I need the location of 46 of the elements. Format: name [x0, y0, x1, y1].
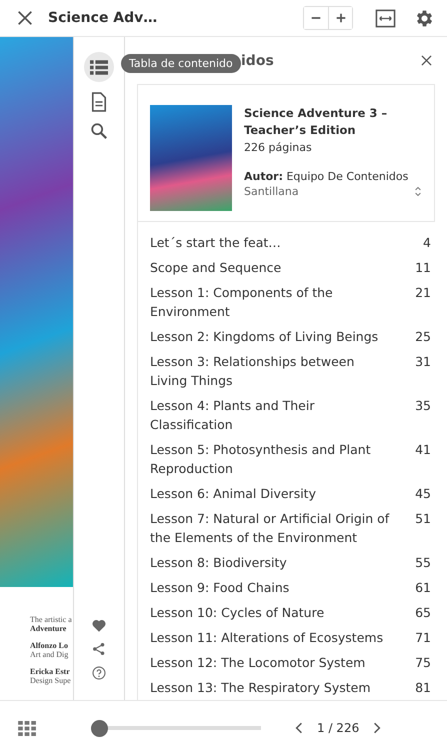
previous-page-icon[interactable]	[295, 722, 303, 734]
close-icon[interactable]	[420, 54, 433, 67]
publisher-text: Santillana	[244, 185, 299, 198]
list-icon	[90, 60, 108, 74]
expand-icon[interactable]	[414, 185, 422, 198]
page-text: Ericka Estr	[30, 667, 71, 676]
page-text: Adventure	[30, 624, 68, 633]
search-icon[interactable]	[90, 122, 108, 140]
close-icon[interactable]	[16, 9, 34, 27]
toc-item[interactable]: Lesson 10: Cycles of Nature 65	[150, 600, 431, 625]
zoom-in-button[interactable]	[328, 7, 352, 29]
book-title: Science Adventure 3 – Teacher’s Edition	[244, 105, 388, 139]
grid-icon[interactable]	[18, 720, 37, 736]
page-text: The artistic a	[30, 615, 73, 624]
toc-item[interactable]: Lesson 2: Kingdoms of Living Beings 25	[150, 324, 431, 349]
page-text: Design Supe	[30, 676, 72, 685]
document-icon[interactable]	[91, 92, 107, 112]
tooltip: Tabla de contenido	[121, 54, 241, 73]
toc-item[interactable]: Lesson 6: Animal Diversity 45	[150, 481, 431, 506]
toc-item[interactable]: Lesson 13: The Respiratory System 81	[150, 675, 431, 700]
help-icon[interactable]	[92, 666, 106, 680]
toc-item[interactable]: Lesson 4: Plants and Their Classification 35	[150, 393, 431, 437]
toc-item[interactable]: Let´s start the feat… 4	[150, 230, 431, 255]
page-text: Art and Dig	[30, 650, 70, 659]
toc-item[interactable]: Lesson 3: Relationships between Living Things 31	[150, 349, 431, 393]
settings-icon[interactable]	[414, 8, 435, 28]
fit-width-icon[interactable]	[375, 8, 396, 28]
toc-item[interactable]: Lesson 11: Alterations of Ecosystems 71	[150, 625, 431, 650]
share-icon[interactable]	[92, 642, 106, 656]
page-count: 226 páginas	[244, 141, 313, 154]
toc-item[interactable]: Lesson 8: Biodiversity 55	[150, 550, 431, 575]
toc-item[interactable]: Lesson 9: Food Chains 61	[150, 575, 431, 600]
page-indicator: 1 / 226	[317, 721, 360, 735]
book-title: Science Adv…	[48, 10, 158, 26]
panel-title: idos	[241, 52, 274, 68]
table-of-contents-button[interactable]	[84, 52, 114, 82]
heart-icon[interactable]	[92, 619, 106, 632]
toc-item[interactable]: Lesson 1: Components of the Environment 21	[150, 280, 431, 324]
author-text: Autor: Equipo De Contenidos	[244, 170, 410, 183]
next-page-icon[interactable]	[373, 722, 382, 734]
toc-item[interactable]: Lesson 12: The Locomotor System 75	[150, 650, 431, 675]
toc-item[interactable]: Scope and Sequence 11	[150, 255, 431, 280]
toc-item[interactable]: Lesson 5: Photosynthesis and Plant Reproduction 41	[150, 437, 431, 481]
page-text: Alfonzo Lo	[30, 641, 69, 650]
toc-item[interactable]: Lesson 7: Natural or Artificial Origin of the Elements of the Environment 51	[150, 506, 431, 550]
plus-icon	[334, 12, 346, 24]
